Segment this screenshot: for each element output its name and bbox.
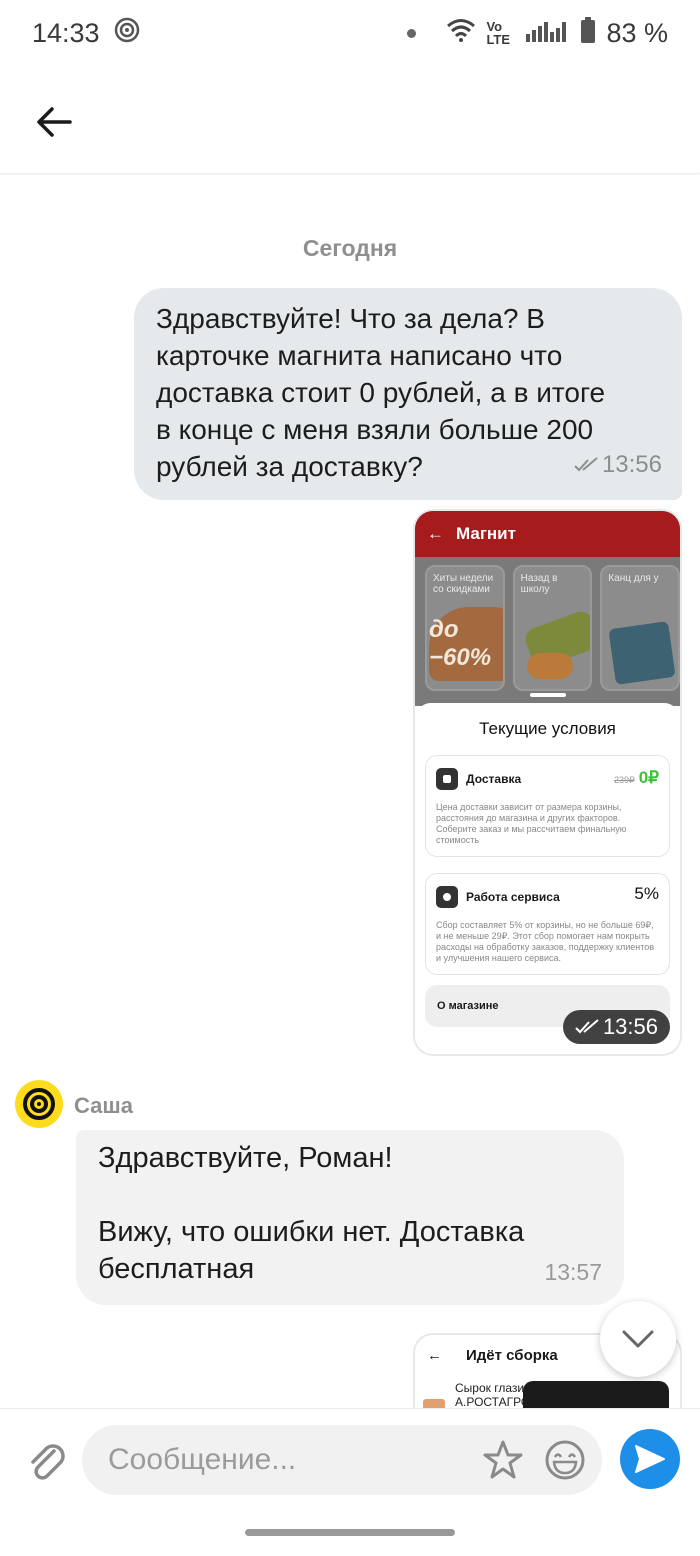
- sale-badge: до −60%: [429, 607, 503, 681]
- message-input-container[interactable]: [82, 1425, 602, 1495]
- promo-tile: Канц для у: [600, 565, 680, 691]
- message-line: Вижу, что ошибки нет. Доставка: [98, 1216, 525, 1248]
- back-button[interactable]: [30, 98, 78, 146]
- message-input[interactable]: [108, 1443, 468, 1477]
- delivery-label: Доставка: [466, 772, 522, 786]
- sender-name: Саша: [74, 1093, 133, 1118]
- delivery-icon: [436, 768, 458, 790]
- service-label: Работа сервиса: [466, 890, 560, 904]
- dark-overlay: [523, 1381, 669, 1408]
- attach-button[interactable]: [24, 1437, 68, 1485]
- wifi-icon: [446, 18, 476, 49]
- sheet-title: Текущие условия: [479, 719, 616, 738]
- avatar[interactable]: [15, 1080, 63, 1128]
- promo-tile: Хиты недели со скидками до −60%: [425, 565, 505, 691]
- message-meta: 13:56: [574, 446, 662, 483]
- promo-tile: Назад в школу: [512, 565, 593, 691]
- status-bar: 14:33 Vo LTE 83 %: [0, 0, 700, 66]
- conditions-sheet: Текущие условия Доставка 239₽ 0₽ Цена до…: [415, 703, 680, 1054]
- notification-dot-icon: [407, 28, 417, 38]
- status-time: 14:33: [32, 17, 100, 48]
- screenshot-banner: ← Магнит Хиты недели со скидками до −60%…: [415, 511, 680, 706]
- product-image: [526, 653, 573, 679]
- delivery-price: 0₽: [638, 768, 659, 787]
- signal-icon: [526, 18, 570, 49]
- screenshot-title: Идёт сборка: [466, 1347, 558, 1364]
- app-header: [0, 66, 700, 174]
- double-check-icon: [574, 456, 598, 471]
- double-check-icon: [575, 1019, 599, 1034]
- message-spacer: [98, 1177, 602, 1214]
- battery-percent: 83 %: [606, 17, 668, 48]
- message-time: 13:56: [601, 451, 662, 478]
- message-line: бесплатная: [98, 1253, 255, 1285]
- message-time: 13:56: [602, 1014, 658, 1039]
- product-image: [608, 621, 676, 685]
- scroll-down-button[interactable]: [600, 1301, 676, 1377]
- favorite-button[interactable]: [480, 1437, 526, 1483]
- spiral-status-icon: [114, 17, 140, 50]
- message-line: доставка стоит 0 рублей, а в итоге: [156, 377, 606, 408]
- paperclip-icon: [31, 1444, 65, 1480]
- spiral-avatar-icon: [23, 1088, 55, 1120]
- arrow-left-icon: ←: [427, 1347, 442, 1364]
- message-line: Здравствуйте! Что за дела? В: [156, 303, 545, 334]
- battery-icon: [580, 16, 596, 50]
- outgoing-message[interactable]: Здравствуйте! Что за дела? В карточке ма…: [134, 288, 682, 500]
- delivery-description: Цена доставки зависит от размера корзины…: [436, 802, 627, 845]
- image-time-badge: 13:56: [562, 1010, 670, 1044]
- date-separator: Сегодня: [302, 235, 398, 261]
- home-indicator[interactable]: [245, 1529, 455, 1536]
- message-line: в конце с меня взяли больше 200: [156, 414, 594, 445]
- message-line: Здравствуйте, Роман!: [98, 1142, 393, 1174]
- arrow-left-icon: ←: [427, 524, 444, 543]
- send-icon: [635, 1445, 665, 1473]
- service-percent: 5%: [634, 884, 659, 903]
- sheet-handle: [529, 693, 566, 697]
- emoji-button[interactable]: [542, 1437, 588, 1483]
- chat-area[interactable]: Сегодня Здравствуйте! Что за дела? В кар…: [0, 175, 700, 1408]
- message-time: 13:57: [544, 1259, 602, 1285]
- service-icon: [436, 886, 458, 908]
- service-description: Сбор составляет 5% от корзины, но не бол…: [436, 920, 655, 963]
- volte-icon: Vo LTE: [486, 19, 511, 47]
- old-price: 239₽: [613, 775, 635, 785]
- product-name: Сырок глази А.РОСТАГРО: [455, 1381, 531, 1408]
- product-thumbnail: [423, 1399, 445, 1408]
- send-button[interactable]: [620, 1429, 680, 1489]
- screenshot-app-title: Магнит: [456, 524, 516, 543]
- message-composer: [0, 1408, 700, 1556]
- message-line: карточке магнита написано что: [156, 340, 563, 371]
- image-message[interactable]: ← Магнит Хиты недели со скидками до −60%…: [413, 509, 682, 1056]
- service-card: Работа сервиса 5% Сбор составляет 5% от …: [425, 873, 670, 975]
- screenshot-app-bar: ← Магнит: [415, 511, 680, 557]
- emoji-icon: [545, 1440, 585, 1480]
- star-icon: [483, 1440, 523, 1479]
- incoming-message[interactable]: Здравствуйте, Роман! Вижу, что ошибки не…: [76, 1130, 624, 1305]
- delivery-card: Доставка 239₽ 0₽ Цена доставки зависит о…: [425, 755, 670, 857]
- arrow-left-icon: [37, 107, 72, 137]
- chevron-down-icon: [622, 1330, 654, 1348]
